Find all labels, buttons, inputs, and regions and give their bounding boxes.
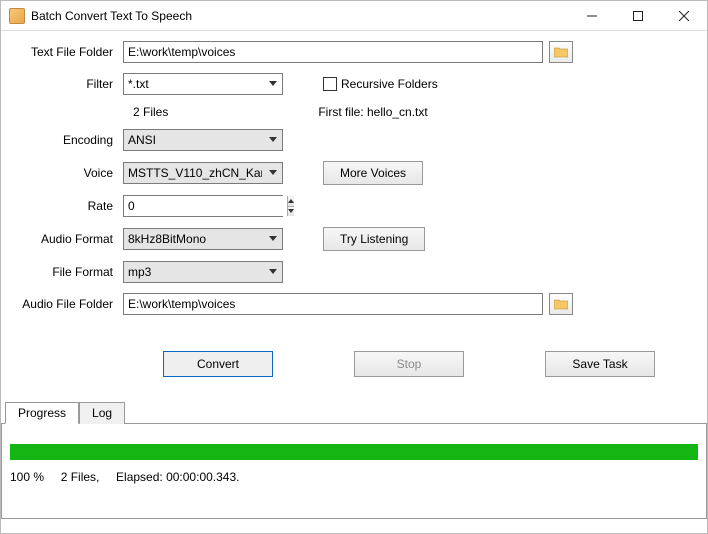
close-button[interactable] (661, 1, 707, 30)
save-task-button[interactable]: Save Task (545, 351, 655, 377)
app-icon (9, 8, 25, 24)
voice-value: MSTTS_V110_zhCN_KangkangM (128, 166, 262, 180)
audio-format-value: 8kHz8BitMono (128, 232, 206, 246)
encoding-combo[interactable]: ANSI (123, 129, 283, 151)
audio-file-folder-input[interactable] (123, 293, 543, 315)
audio-format-label: Audio Format (13, 232, 123, 246)
progress-panel: 100 % 2 Files, Elapsed: 00:00:00.343. (1, 423, 707, 519)
progress-text: 100 % 2 Files, Elapsed: 00:00:00.343. (10, 470, 698, 484)
audio-file-folder-label: Audio File Folder (13, 297, 123, 311)
file-format-combo[interactable]: mp3 (123, 261, 283, 283)
folder-icon (554, 298, 568, 310)
try-listening-button[interactable]: Try Listening (323, 227, 425, 251)
more-voices-button[interactable]: More Voices (323, 161, 423, 185)
file-count-text: 2 Files (133, 105, 168, 119)
form-area: Text File Folder Filter *.txt Recursive … (1, 31, 707, 399)
recursive-folders-checkbox[interactable] (323, 77, 337, 91)
rate-down-button[interactable] (288, 207, 294, 217)
progress-bar (10, 444, 698, 460)
rate-input[interactable] (124, 196, 287, 216)
recursive-folders-label: Recursive Folders (341, 77, 438, 91)
rate-label: Rate (13, 199, 123, 213)
window-controls (569, 1, 707, 30)
window-title: Batch Convert Text To Speech (31, 9, 569, 23)
maximize-button[interactable] (615, 1, 661, 30)
titlebar: Batch Convert Text To Speech (1, 1, 707, 31)
filter-value: *.txt (128, 77, 149, 91)
browse-audio-folder-button[interactable] (549, 293, 573, 315)
voice-combo[interactable]: MSTTS_V110_zhCN_KangkangM (123, 162, 283, 184)
action-row: Convert Stop Save Task (13, 325, 695, 399)
file-format-label: File Format (13, 265, 123, 279)
rate-spinner[interactable] (123, 195, 283, 217)
file-format-value: mp3 (128, 265, 151, 279)
chevron-down-icon (264, 130, 282, 150)
tabs: Progress Log (1, 401, 707, 423)
filter-combo[interactable]: *.txt (123, 73, 283, 95)
filter-label: Filter (13, 77, 123, 91)
chevron-down-icon (264, 74, 282, 94)
folder-icon (554, 46, 568, 58)
tab-progress[interactable]: Progress (5, 402, 79, 424)
rate-up-button[interactable] (288, 196, 294, 207)
encoding-label: Encoding (13, 133, 123, 147)
text-file-folder-label: Text File Folder (13, 45, 123, 59)
voice-label: Voice (13, 166, 123, 180)
encoding-value: ANSI (128, 133, 156, 147)
audio-format-combo[interactable]: 8kHz8BitMono (123, 228, 283, 250)
chevron-down-icon (264, 229, 282, 249)
stop-button[interactable]: Stop (354, 351, 464, 377)
convert-button[interactable]: Convert (163, 351, 273, 377)
first-file-text: First file: hello_cn.txt (318, 105, 427, 119)
browse-text-folder-button[interactable] (549, 41, 573, 63)
minimize-button[interactable] (569, 1, 615, 30)
chevron-down-icon (264, 262, 282, 282)
chevron-down-icon (264, 163, 282, 183)
tab-log[interactable]: Log (79, 402, 125, 424)
text-file-folder-input[interactable] (123, 41, 543, 63)
